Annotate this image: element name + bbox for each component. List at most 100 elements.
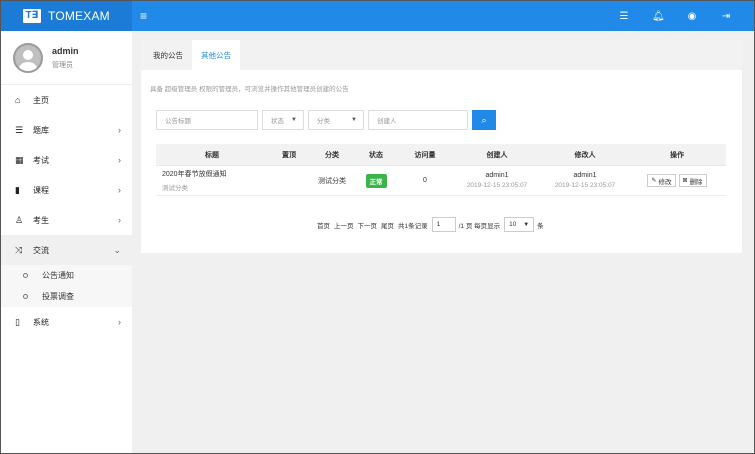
main-content: 我的公告 其他公告 具备 超级管理员 权限的管理员，可浏览并操作其他管理员创建的… bbox=[132, 31, 754, 453]
last-page-link[interactable]: 尾页 bbox=[381, 220, 394, 230]
brand-name: TOMEXAM bbox=[48, 9, 110, 23]
top-bar: T∃ TOMEXAM ≡ ☰ 🔔︎ ◉ ⇥ bbox=[1, 1, 754, 31]
column-header[interactable]: 状态 bbox=[354, 150, 398, 160]
bell-icon[interactable]: 🔔︎ bbox=[652, 11, 665, 22]
creator-search-input[interactable]: 创建人 bbox=[368, 110, 468, 130]
sidebar-item-student[interactable]: ♙ 考生 › bbox=[1, 205, 132, 235]
sidebar-subitem-announcements[interactable]: 公告通知 bbox=[1, 265, 132, 286]
sidebar-item-question-bank[interactable]: ☰ 题库 › bbox=[1, 115, 132, 145]
sidebar-item-communication[interactable]: ⤨ 交流 ⌄ bbox=[1, 235, 132, 265]
calendar-icon: ▦ bbox=[15, 154, 24, 165]
actions-cell: ✎ 修改 ⊠ 删除 bbox=[628, 174, 726, 187]
title-search-input[interactable]: 公告标题 bbox=[156, 110, 258, 130]
sidebar-item-label: 考试 bbox=[33, 155, 49, 165]
brand[interactable]: T∃ TOMEXAM bbox=[1, 1, 132, 31]
column-header[interactable]: 访问量 bbox=[398, 150, 452, 160]
column-header[interactable]: 分类 bbox=[310, 150, 354, 160]
circle-icon bbox=[23, 273, 28, 278]
modifier-cell: admin1 2019-12-15 23:05:07 bbox=[542, 172, 628, 189]
chevron-right-icon: › bbox=[118, 215, 121, 225]
creator-cell: admin1 2019-12-15 23:05:07 bbox=[452, 172, 542, 189]
tab-my-announcements[interactable]: 我的公告 bbox=[144, 40, 192, 70]
delete-label: 删除 bbox=[689, 178, 703, 186]
page-size-value: 10 bbox=[509, 221, 517, 228]
tab-bar: 我的公告 其他公告 bbox=[141, 40, 742, 70]
category-select[interactable]: 分类 ▼ bbox=[308, 110, 364, 130]
sign-out-icon[interactable]: ⇥ bbox=[720, 11, 732, 22]
page-number-input[interactable]: 1 bbox=[431, 217, 456, 232]
title-cell: 2020年春节放假通知 测试分类 bbox=[156, 169, 268, 192]
page-count-label: /1 页 每页显示 bbox=[458, 222, 501, 230]
sidebar-item-system[interactable]: ▯ 系统 › bbox=[1, 307, 132, 337]
prev-page-link[interactable]: 上一页 bbox=[334, 220, 354, 230]
book-icon: ▮ bbox=[15, 184, 20, 195]
chevron-right-icon: › bbox=[118, 125, 121, 135]
status-cell: 正常 bbox=[354, 173, 398, 188]
home-icon: ⌂ bbox=[15, 95, 21, 105]
announcement-panel: 我的公告 其他公告 具备 超级管理员 权限的管理员，可浏览并操作其他管理员创建的… bbox=[141, 40, 742, 253]
sidebar-item-label: 题库 bbox=[33, 125, 49, 135]
user-panel: admin 管理员 bbox=[1, 31, 132, 85]
sidebar-item-exam[interactable]: ▦ 考试 › bbox=[1, 145, 132, 175]
status-select-label: 状态 bbox=[271, 118, 284, 125]
brand-logo: T∃ bbox=[23, 9, 41, 23]
sidebar-item-label: 考生 bbox=[33, 215, 49, 225]
creator-name: admin1 bbox=[485, 172, 509, 179]
sidebar-item-label: 课程 bbox=[33, 185, 49, 195]
category-cell: 测试分类 bbox=[318, 177, 346, 185]
user-icon: ♙ bbox=[15, 214, 24, 225]
sidebar-item-course[interactable]: ▮ 课程 › bbox=[1, 175, 132, 205]
edit-label: 修改 bbox=[658, 178, 672, 186]
sidebar-item-label: 主页 bbox=[33, 95, 49, 105]
edit-button[interactable]: ✎ 修改 bbox=[647, 174, 676, 187]
announcement-table: 标题 置顶 分类 状态 访问量 创建人 修改人 操作 2020年春节放假通知 测… bbox=[156, 144, 726, 196]
sidebar-subitem-label: 公告通知 bbox=[42, 271, 74, 280]
column-header[interactable]: 置顶 bbox=[268, 150, 310, 160]
tab-other-announcements[interactable]: 其他公告 bbox=[192, 40, 240, 70]
list-icon[interactable]: ☰ bbox=[618, 11, 630, 22]
column-header[interactable]: 标题 bbox=[156, 150, 268, 160]
top-actions: ☰ 🔔︎ ◉ ⇥ bbox=[618, 1, 732, 31]
menu-toggle-icon[interactable]: ≡ bbox=[140, 9, 147, 23]
column-header: 操作 bbox=[670, 151, 684, 159]
chevron-right-icon: › bbox=[118, 185, 121, 195]
search-icon: ⌕ bbox=[481, 114, 487, 125]
next-page-link[interactable]: 下一页 bbox=[358, 220, 378, 230]
column-header[interactable]: 创建人 bbox=[452, 150, 542, 160]
sidebar: admin 管理员 ⌂ 主页 ☰ 题库 › ▦ 考试 › ▮ 课程 › ♙ 考生… bbox=[1, 31, 132, 453]
column-header[interactable]: 修改人 bbox=[542, 150, 628, 160]
created-time: 2019-12-15 23:05:07 bbox=[466, 182, 528, 189]
caret-down-icon: ▼ bbox=[291, 117, 297, 123]
status-badge: 正常 bbox=[365, 173, 387, 188]
modified-time: 2019-12-15 23:05:07 bbox=[554, 182, 616, 189]
wrench-icon: ✎ bbox=[651, 178, 657, 184]
table-header: 标题 置顶 分类 状态 访问量 创建人 修改人 操作 bbox=[156, 144, 726, 166]
page-size-unit: 条 bbox=[537, 222, 544, 230]
first-page-link[interactable]: 首页 bbox=[317, 220, 330, 230]
caret-down-icon: ▼ bbox=[351, 117, 357, 123]
category-select-label: 分类 bbox=[317, 118, 330, 125]
mobile-icon: ▯ bbox=[15, 316, 20, 327]
announcement-subtitle: 测试分类 bbox=[162, 185, 188, 192]
sidebar-subitem-surveys[interactable]: 投票调查 bbox=[1, 286, 132, 307]
close-box-icon: ⊠ bbox=[682, 178, 688, 184]
delete-button[interactable]: ⊠ 删除 bbox=[678, 174, 707, 187]
sidebar-subitem-label: 投票调查 bbox=[42, 292, 74, 301]
views-cell: 0 bbox=[423, 177, 427, 184]
sidebar-item-label: 系统 bbox=[33, 317, 49, 327]
user-circle-icon[interactable]: ◉ bbox=[686, 11, 698, 22]
total-records: 共1条记录 bbox=[398, 222, 428, 230]
caret-down-icon: ▼ bbox=[523, 221, 530, 228]
status-select[interactable]: 状态 ▼ bbox=[262, 110, 304, 130]
user-name: admin bbox=[52, 45, 79, 56]
user-role: 管理员 bbox=[52, 61, 73, 69]
avatar bbox=[13, 42, 43, 73]
sidebar-item-home[interactable]: ⌂ 主页 bbox=[1, 85, 132, 115]
circle-icon bbox=[23, 294, 28, 299]
page-size-select[interactable]: 10 ▼ bbox=[504, 217, 535, 232]
announcement-title[interactable]: 2020年春节放假通知 bbox=[162, 169, 268, 179]
database-icon: ☰ bbox=[15, 124, 24, 135]
search-button[interactable]: ⌕ bbox=[472, 110, 496, 130]
table-row: 2020年春节放假通知 测试分类 测试分类 正常 0 admin1 2019-1… bbox=[156, 166, 726, 196]
modifier-name: admin1 bbox=[573, 172, 597, 179]
